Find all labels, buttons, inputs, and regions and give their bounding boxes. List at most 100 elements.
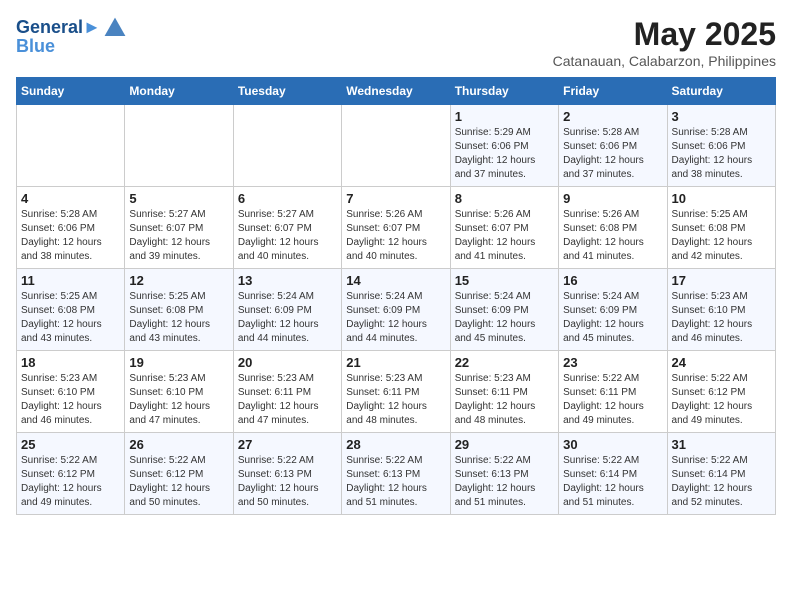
day-info: Sunrise: 5:22 AM Sunset: 6:11 PM Dayligh… bbox=[563, 372, 662, 428]
logo-icon bbox=[103, 16, 127, 40]
day-number: 3 bbox=[672, 109, 771, 124]
calendar-cell: 30Sunrise: 5:22 AM Sunset: 6:14 PM Dayli… bbox=[559, 433, 667, 515]
calendar-cell: 27 Sunrise: 5:22 AM Sunset: 6:13 PM Dayli… bbox=[233, 433, 341, 515]
day-number: 18 bbox=[21, 355, 120, 370]
logo: General► Blue bbox=[16, 16, 127, 57]
calendar-cell: 5 Sunrise: 5:27 AM Sunset: 6:07 PM Daylig… bbox=[125, 187, 233, 269]
page-header: General► Blue May 2025 Catanauan, Calaba… bbox=[16, 16, 776, 69]
calendar-cell: 9 Sunrise: 5:26 AM Sunset: 6:08 PM Daylig… bbox=[559, 187, 667, 269]
calendar-cell: 16Sunrise: 5:24 AM Sunset: 6:09 PM Dayli… bbox=[559, 269, 667, 351]
day-number: 19 bbox=[129, 355, 228, 370]
calendar-cell: 21Sunrise: 5:23 AM Sunset: 6:11 PM Dayli… bbox=[342, 351, 450, 433]
calendar-cell: 2 Sunrise: 5:28 AM Sunset: 6:06 PM Daylig… bbox=[559, 105, 667, 187]
logo-text: General► bbox=[16, 18, 101, 38]
day-info: Sunrise: 5:28 AM Sunset: 6:06 PM Dayligh… bbox=[563, 126, 662, 182]
day-info: Sunrise: 5:29 AM Sunset: 6:06 PM Dayligh… bbox=[455, 126, 554, 182]
day-number: 1 bbox=[455, 109, 554, 124]
calendar-cell: 12 Sunrise: 5:25 AM Sunset: 6:08 PM Dayli… bbox=[125, 269, 233, 351]
calendar-table: SundayMondayTuesdayWednesdayThursdayFrid… bbox=[16, 77, 776, 515]
day-number: 31 bbox=[672, 437, 771, 452]
day-number: 6 bbox=[238, 191, 337, 206]
day-info: Sunrise: 5:23 AM Sunset: 6:10 PM Dayligh… bbox=[672, 290, 771, 346]
calendar-cell: 7 Sunrise: 5:26 AM Sunset: 6:07 PM Daylig… bbox=[342, 187, 450, 269]
day-number: 16 bbox=[563, 273, 662, 288]
day-info: Sunrise: 5:26 AM Sunset: 6:07 PM Dayligh… bbox=[346, 208, 445, 264]
day-number: 27 bbox=[238, 437, 337, 452]
day-number: 7 bbox=[346, 191, 445, 206]
day-info: Sunrise: 5:22 AM Sunset: 6:12 PM Dayligh… bbox=[21, 454, 120, 510]
calendar-week-row: 11Sunrise: 5:25 AM Sunset: 6:08 PM Dayli… bbox=[17, 269, 776, 351]
calendar-cell: 18 Sunrise: 5:23 AM Sunset: 6:10 PM Dayli… bbox=[17, 351, 125, 433]
day-info: Sunrise: 5:27 AM Sunset: 6:07 PM Dayligh… bbox=[129, 208, 228, 264]
calendar-header-row: SundayMondayTuesdayWednesdayThursdayFrid… bbox=[17, 78, 776, 105]
day-number: 4 bbox=[21, 191, 120, 206]
day-number: 5 bbox=[129, 191, 228, 206]
day-info: Sunrise: 5:22 AM Sunset: 6:12 PM Dayligh… bbox=[129, 454, 228, 510]
day-number: 15 bbox=[455, 273, 554, 288]
day-info: Sunrise: 5:26 AM Sunset: 6:08 PM Dayligh… bbox=[563, 208, 662, 264]
calendar-cell: 10 Sunrise: 5:25 AM Sunset: 6:08 PM Dayli… bbox=[667, 187, 775, 269]
day-number: 22 bbox=[455, 355, 554, 370]
column-header-sunday: Sunday bbox=[17, 78, 125, 105]
calendar-week-row: 1 Sunrise: 5:29 AM Sunset: 6:06 PM Daylig… bbox=[17, 105, 776, 187]
day-number: 25 bbox=[21, 437, 120, 452]
day-number: 17 bbox=[672, 273, 771, 288]
day-info: Sunrise: 5:28 AM Sunset: 6:06 PM Dayligh… bbox=[672, 126, 771, 182]
calendar-week-row: 18 Sunrise: 5:23 AM Sunset: 6:10 PM Dayli… bbox=[17, 351, 776, 433]
calendar-week-row: 4 Sunrise: 5:28 AM Sunset: 6:06 PM Daylig… bbox=[17, 187, 776, 269]
calendar-week-row: 25 Sunrise: 5:22 AM Sunset: 6:12 PM Dayli… bbox=[17, 433, 776, 515]
day-number: 12 bbox=[129, 273, 228, 288]
calendar-cell: 24Sunrise: 5:22 AM Sunset: 6:12 PM Dayli… bbox=[667, 351, 775, 433]
month-title: May 2025 bbox=[553, 16, 776, 53]
calendar-cell: 19 Sunrise: 5:23 AM Sunset: 6:10 PM Dayli… bbox=[125, 351, 233, 433]
calendar-cell: 13 Sunrise: 5:24 AM Sunset: 6:09 PM Dayli… bbox=[233, 269, 341, 351]
calendar-cell bbox=[17, 105, 125, 187]
day-info: Sunrise: 5:23 AM Sunset: 6:10 PM Dayligh… bbox=[129, 372, 228, 428]
day-info: Sunrise: 5:24 AM Sunset: 6:09 PM Dayligh… bbox=[238, 290, 337, 346]
day-number: 29 bbox=[455, 437, 554, 452]
title-area: May 2025 Catanauan, Calabarzon, Philippi… bbox=[553, 16, 776, 69]
day-number: 2 bbox=[563, 109, 662, 124]
column-header-friday: Friday bbox=[559, 78, 667, 105]
calendar-cell: 26 Sunrise: 5:22 AM Sunset: 6:12 PM Dayli… bbox=[125, 433, 233, 515]
day-info: Sunrise: 5:24 AM Sunset: 6:09 PM Dayligh… bbox=[346, 290, 445, 346]
day-info: Sunrise: 5:23 AM Sunset: 6:11 PM Dayligh… bbox=[238, 372, 337, 428]
calendar-cell: 6 Sunrise: 5:27 AM Sunset: 6:07 PM Daylig… bbox=[233, 187, 341, 269]
day-number: 14 bbox=[346, 273, 445, 288]
day-number: 8 bbox=[455, 191, 554, 206]
calendar-cell bbox=[342, 105, 450, 187]
calendar-cell: 28Sunrise: 5:22 AM Sunset: 6:13 PM Dayli… bbox=[342, 433, 450, 515]
day-info: Sunrise: 5:24 AM Sunset: 6:09 PM Dayligh… bbox=[455, 290, 554, 346]
day-info: Sunrise: 5:27 AM Sunset: 6:07 PM Dayligh… bbox=[238, 208, 337, 264]
day-info: Sunrise: 5:23 AM Sunset: 6:10 PM Dayligh… bbox=[21, 372, 120, 428]
day-info: Sunrise: 5:23 AM Sunset: 6:11 PM Dayligh… bbox=[346, 372, 445, 428]
column-header-tuesday: Tuesday bbox=[233, 78, 341, 105]
calendar-cell: 20 Sunrise: 5:23 AM Sunset: 6:11 PM Dayli… bbox=[233, 351, 341, 433]
day-number: 9 bbox=[563, 191, 662, 206]
day-info: Sunrise: 5:25 AM Sunset: 6:08 PM Dayligh… bbox=[129, 290, 228, 346]
calendar-cell: 29Sunrise: 5:22 AM Sunset: 6:13 PM Dayli… bbox=[450, 433, 558, 515]
calendar-cell: 8 Sunrise: 5:26 AM Sunset: 6:07 PM Daylig… bbox=[450, 187, 558, 269]
day-info: Sunrise: 5:22 AM Sunset: 6:12 PM Dayligh… bbox=[672, 372, 771, 428]
day-number: 23 bbox=[563, 355, 662, 370]
column-header-saturday: Saturday bbox=[667, 78, 775, 105]
calendar-cell: 15 Sunrise: 5:24 AM Sunset: 6:09 PM Dayli… bbox=[450, 269, 558, 351]
calendar-cell: 22Sunrise: 5:23 AM Sunset: 6:11 PM Dayli… bbox=[450, 351, 558, 433]
day-info: Sunrise: 5:25 AM Sunset: 6:08 PM Dayligh… bbox=[672, 208, 771, 264]
calendar-cell: 17 Sunrise: 5:23 AM Sunset: 6:10 PM Dayli… bbox=[667, 269, 775, 351]
day-info: Sunrise: 5:28 AM Sunset: 6:06 PM Dayligh… bbox=[21, 208, 120, 264]
calendar-cell bbox=[233, 105, 341, 187]
day-info: Sunrise: 5:22 AM Sunset: 6:13 PM Dayligh… bbox=[238, 454, 337, 510]
day-number: 30 bbox=[563, 437, 662, 452]
column-header-wednesday: Wednesday bbox=[342, 78, 450, 105]
calendar-cell: 4 Sunrise: 5:28 AM Sunset: 6:06 PM Daylig… bbox=[17, 187, 125, 269]
calendar-cell: 1 Sunrise: 5:29 AM Sunset: 6:06 PM Daylig… bbox=[450, 105, 558, 187]
day-number: 13 bbox=[238, 273, 337, 288]
day-number: 10 bbox=[672, 191, 771, 206]
day-number: 26 bbox=[129, 437, 228, 452]
day-number: 20 bbox=[238, 355, 337, 370]
calendar-cell: 11Sunrise: 5:25 AM Sunset: 6:08 PM Dayli… bbox=[17, 269, 125, 351]
day-info: Sunrise: 5:25 AM Sunset: 6:08 PM Dayligh… bbox=[21, 290, 120, 346]
calendar-cell: 25 Sunrise: 5:22 AM Sunset: 6:12 PM Dayli… bbox=[17, 433, 125, 515]
day-info: Sunrise: 5:26 AM Sunset: 6:07 PM Dayligh… bbox=[455, 208, 554, 264]
